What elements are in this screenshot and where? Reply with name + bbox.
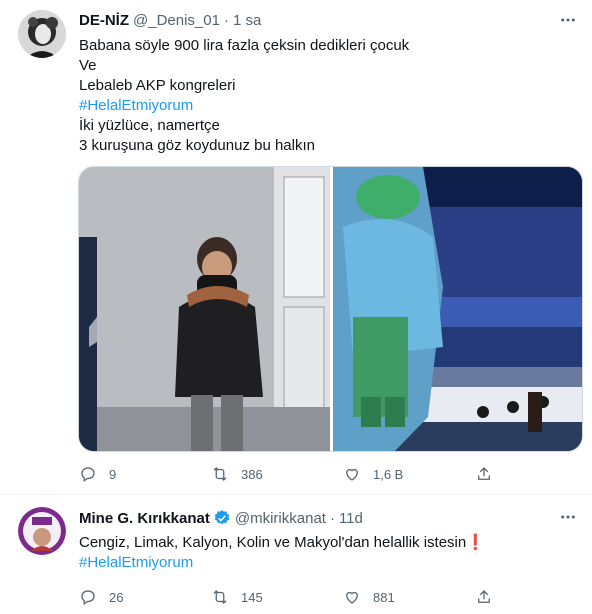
share-button[interactable]	[475, 464, 515, 484]
tweet-line: Ve	[79, 57, 97, 74]
tweet-header: DE-NİZ @_Denis_01 · 1 sa	[79, 12, 261, 29]
reply-count: 26	[109, 589, 124, 605]
tweet-media[interactable]	[78, 166, 583, 452]
tweet-line: Babana söyle 900 lira fazla çeksin dedik…	[79, 37, 410, 54]
share-icon	[478, 467, 490, 480]
tweet-actions: 9 386 1,6 B	[79, 464, 515, 484]
more-icon[interactable]	[558, 10, 578, 30]
hashtag-link[interactable]: #HelalEtmiyorum	[79, 96, 409, 116]
tweet-card[interactable]: Mine G. Kırıkkanat @mkirikkanat · 11d Ce…	[0, 495, 592, 614]
tweet-text: Babana söyle 900 lira fazla çeksin dedik…	[79, 36, 409, 156]
retweet-button[interactable]: 386	[211, 464, 343, 484]
user-handle[interactable]: @mkirikkanat	[235, 510, 326, 527]
avatar[interactable]	[18, 507, 66, 555]
like-count: 1,6 B	[373, 466, 404, 482]
tweet-line: İki yüzlüce, namertçe	[79, 117, 220, 134]
retweet-count: 386	[241, 466, 263, 482]
like-icon	[346, 468, 358, 481]
hashtag-link[interactable]: #HelalEtmiyorum	[79, 553, 574, 573]
reply-button[interactable]: 26	[79, 587, 211, 607]
reply-count: 9	[109, 466, 117, 482]
like-count: 881	[373, 589, 395, 605]
verified-icon	[213, 509, 231, 527]
retweet-icon	[213, 467, 227, 481]
user-handle[interactable]: @_Denis_01	[133, 12, 220, 29]
more-icon[interactable]	[558, 507, 578, 527]
tweet-line: Cengiz, Limak, Kalyon, Kolin ve Makyol'd…	[79, 534, 485, 551]
separator-dot: ·	[329, 509, 335, 527]
like-button[interactable]: 881	[343, 587, 475, 607]
tweet-actions: 26 145 881	[79, 587, 515, 607]
avatar[interactable]	[18, 10, 66, 58]
tweet-text: Cengiz, Limak, Kalyon, Kolin ve Makyol'd…	[79, 533, 574, 573]
reply-icon	[81, 467, 95, 483]
separator-dot: ·	[223, 12, 229, 29]
timestamp[interactable]: 1 sa	[233, 12, 261, 29]
retweet-icon	[213, 590, 227, 604]
reply-icon	[81, 590, 95, 606]
tweet-line: Lebaleb AKP kongreleri	[79, 77, 236, 94]
tweet-line: 3 kuruşuna göz koydunuz bu halkın	[79, 137, 315, 154]
tweet-header: Mine G. Kırıkkanat @mkirikkanat · 11d	[79, 509, 363, 527]
timestamp[interactable]: 11d	[339, 510, 363, 527]
display-name[interactable]: Mine G. Kırıkkanat	[79, 510, 210, 527]
retweet-button[interactable]: 145	[211, 587, 343, 607]
photo-congress[interactable]	[333, 167, 582, 451]
like-button[interactable]: 1,6 B	[343, 464, 475, 484]
tweet-card[interactable]: DE-NİZ @_Denis_01 · 1 sa Babana söyle 90…	[0, 0, 592, 495]
share-button[interactable]	[475, 587, 515, 607]
share-icon	[478, 590, 490, 603]
display-name[interactable]: DE-NİZ	[79, 12, 129, 29]
reply-button[interactable]: 9	[79, 464, 211, 484]
like-icon	[346, 591, 358, 604]
photo-boy[interactable]	[79, 167, 330, 451]
retweet-count: 145	[241, 589, 263, 605]
